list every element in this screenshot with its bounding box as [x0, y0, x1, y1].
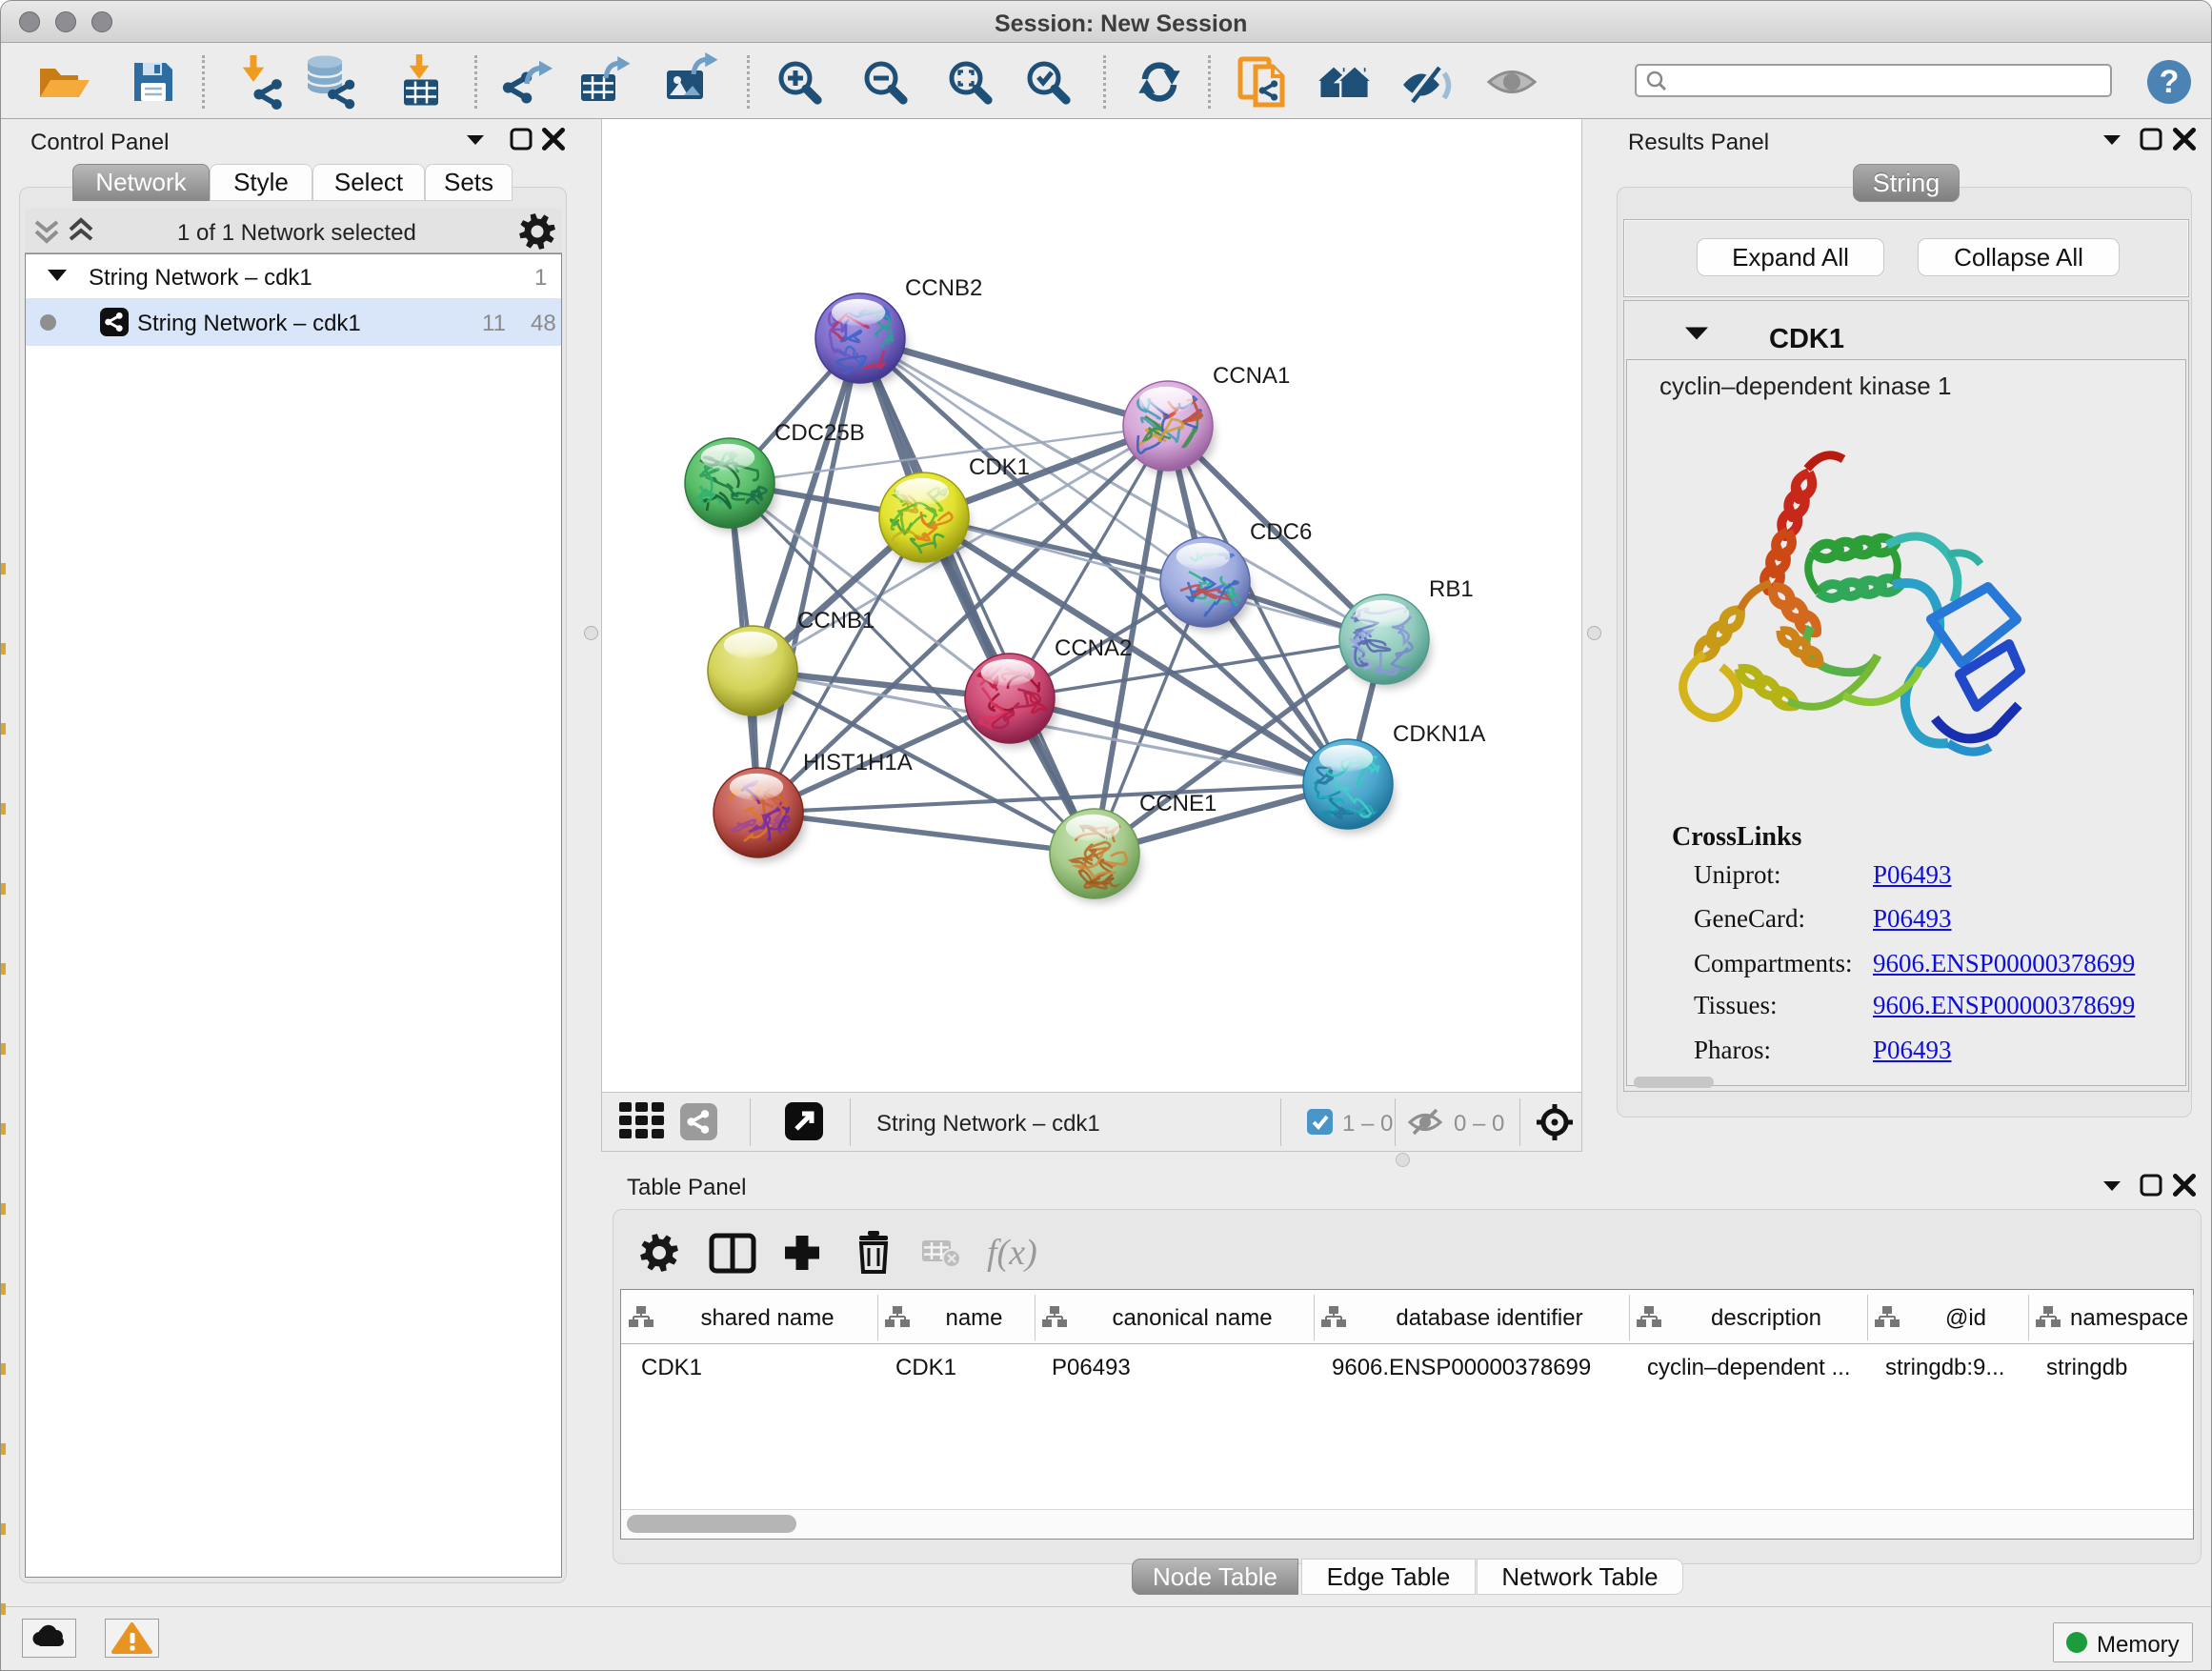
svg-text:CCNB2: CCNB2 — [905, 275, 982, 301]
svg-text:CCNA2: CCNA2 — [1055, 635, 1132, 661]
svg-text:f(x): f(x) — [987, 1233, 1037, 1273]
svg-text:?: ? — [2160, 64, 2180, 100]
svg-text:CDKN1A: CDKN1A — [1393, 721, 1485, 747]
svg-text:CCNB1: CCNB1 — [797, 608, 875, 634]
svg-text:CDC25B: CDC25B — [774, 420, 865, 446]
svg-text:CCNA1: CCNA1 — [1213, 363, 1290, 389]
svg-text:HIST1H1A: HIST1H1A — [803, 750, 913, 775]
svg-text:CDK1: CDK1 — [969, 454, 1030, 480]
svg-text:RB1: RB1 — [1429, 576, 1474, 602]
svg-text:CCNE1: CCNE1 — [1139, 791, 1217, 816]
svg-text:CDC6: CDC6 — [1250, 519, 1312, 545]
